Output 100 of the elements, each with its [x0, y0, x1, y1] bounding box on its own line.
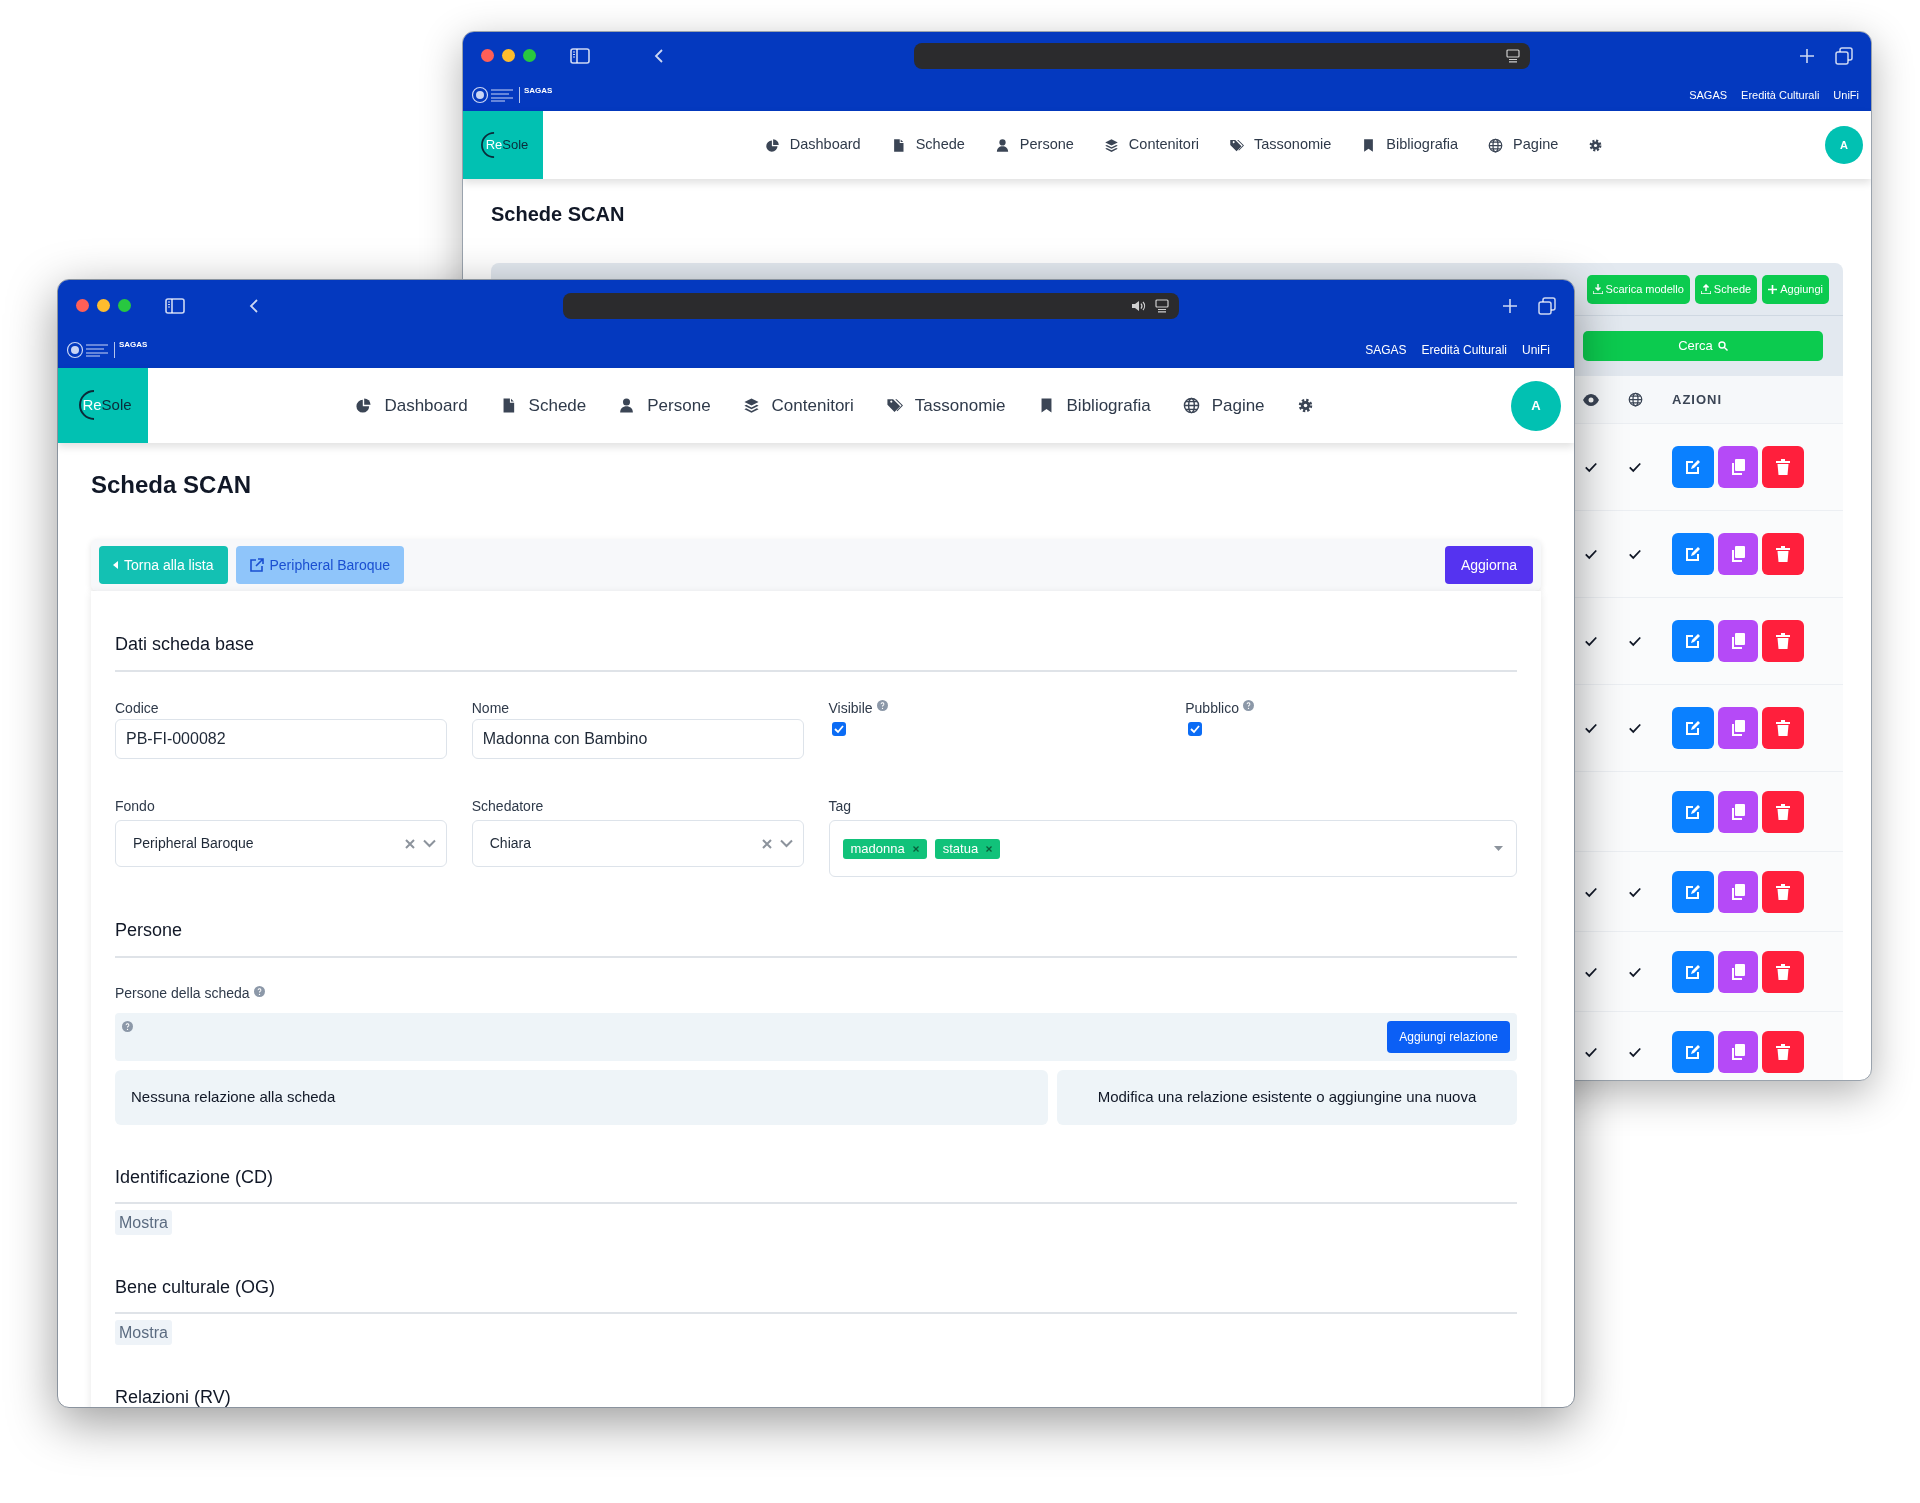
plus-icon[interactable] [1502, 297, 1518, 314]
copy-icon [1731, 963, 1745, 980]
copy-icon [1731, 883, 1745, 900]
nav-link[interactable]: Contenitori [1103, 134, 1199, 156]
nav-link[interactable]: Persone [994, 134, 1074, 156]
user-icon [994, 137, 1010, 153]
edit-button[interactable] [1672, 950, 1714, 993]
delete-button[interactable] [1762, 446, 1804, 488]
copy-button[interactable] [1718, 1030, 1758, 1073]
edit-button[interactable] [1672, 1030, 1714, 1073]
show-toggle[interactable]: Mostra [115, 1320, 172, 1345]
tabs-icon[interactable] [1538, 296, 1556, 315]
back-icon[interactable] [654, 47, 664, 64]
input-field[interactable]: PB-FI-000082 [115, 719, 447, 759]
header-link[interactable]: UniFi [1522, 340, 1550, 359]
tabs-icon[interactable] [1835, 46, 1853, 65]
edit-button[interactable] [1672, 620, 1714, 662]
update-button[interactable]: Aggiorna [1444, 546, 1533, 584]
remove-icon[interactable] [986, 845, 993, 852]
nav-link[interactable]: Schede [890, 134, 965, 156]
copy-button[interactable] [1718, 790, 1758, 833]
zoom-button[interactable] [523, 49, 536, 62]
clear-icon[interactable] [404, 838, 415, 849]
edit-button[interactable] [1672, 707, 1714, 749]
show-toggle[interactable]: Mostra [115, 1210, 172, 1235]
input-field[interactable]: Madonna con Bambino [471, 719, 804, 759]
logo-text: ReSole [82, 395, 132, 416]
delete-button[interactable] [1762, 870, 1804, 913]
settings-icon[interactable] [1296, 397, 1314, 414]
section-heading: Persone [115, 877, 1517, 958]
nav-link[interactable]: Pagine [1182, 392, 1265, 419]
plus-icon[interactable] [1799, 47, 1815, 64]
clear-icon[interactable] [761, 838, 772, 849]
external-link-button[interactable]: Peripheral Baroque [235, 546, 405, 584]
logo-panel[interactable]: ReSole [463, 111, 543, 179]
copy-button[interactable] [1718, 620, 1758, 662]
sidebar-icon[interactable] [165, 297, 185, 314]
remove-icon[interactable] [912, 845, 919, 852]
edit-button[interactable] [1672, 446, 1714, 488]
copy-button[interactable] [1718, 707, 1758, 749]
tag-chip: madonna [842, 838, 927, 859]
globe-icon [1182, 397, 1200, 414]
delete-button[interactable] [1762, 950, 1804, 993]
edit-icon [1685, 633, 1701, 649]
select-field[interactable]: Peripheral Baroque [115, 820, 447, 867]
copy-button[interactable] [1718, 533, 1758, 575]
edit-button[interactable] [1672, 790, 1714, 833]
copy-button[interactable] [1718, 446, 1758, 488]
sidebar-icon[interactable] [570, 47, 590, 64]
nav-link[interactable]: Dashboard [764, 134, 861, 156]
reader-icon[interactable] [1154, 298, 1169, 313]
nav-link[interactable]: Schede [499, 392, 587, 419]
nav-link[interactable]: Bibliografia [1361, 134, 1459, 156]
help-icon [122, 1021, 133, 1032]
pie-chart-icon [355, 397, 373, 414]
back-icon[interactable] [249, 297, 259, 314]
edit-button[interactable] [1672, 533, 1714, 575]
university-logo-icon [471, 86, 515, 104]
chevron-down-icon[interactable] [422, 839, 436, 848]
trash-icon [1776, 546, 1790, 562]
edit-icon [1685, 883, 1701, 900]
nav-link[interactable]: Tassonomie [885, 392, 1006, 419]
delete-button[interactable] [1762, 1030, 1804, 1073]
copy-button[interactable] [1718, 870, 1758, 913]
nav-link[interactable]: Tassonomie [1229, 134, 1332, 156]
select-field[interactable]: Chiara [471, 820, 804, 867]
logo-text: SAGAS [119, 341, 148, 349]
nav-link[interactable]: Dashboard [355, 392, 468, 419]
header-link[interactable]: Eredità Culturali [1421, 340, 1507, 359]
header-link[interactable]: SAGAS [1689, 86, 1728, 104]
close-button[interactable] [481, 49, 494, 62]
delete-button[interactable] [1762, 533, 1804, 575]
logo-panel[interactable]: ReSole [58, 368, 148, 443]
header-link[interactable]: SAGAS [1365, 340, 1407, 359]
minimize-button[interactable] [502, 49, 515, 62]
delete-button[interactable] [1762, 707, 1804, 749]
chevron-down-icon[interactable] [779, 839, 793, 848]
trash-icon [1776, 883, 1790, 900]
close-button[interactable] [76, 299, 89, 312]
delete-button[interactable] [1762, 620, 1804, 662]
add-relation-button[interactable]: Aggiungi relazione [1387, 1021, 1510, 1053]
header-link[interactable]: UniFi [1833, 86, 1859, 104]
delete-button[interactable] [1762, 790, 1804, 833]
nav-link[interactable]: Bibliografia [1037, 392, 1151, 419]
column-header: AZIONI [1672, 390, 1724, 409]
copy-button[interactable] [1718, 950, 1758, 993]
reader-icon[interactable] [1505, 48, 1520, 63]
checkbox[interactable] [831, 722, 846, 736]
header-link[interactable]: Eredità Culturali [1741, 86, 1820, 104]
zoom-button[interactable] [118, 299, 131, 312]
field-label: Pubblico [1185, 698, 1239, 718]
field-label: Codice [115, 698, 159, 718]
nav-link[interactable]: Contenitori [742, 392, 854, 419]
edit-button[interactable] [1672, 870, 1714, 913]
nav-link[interactable]: Persone [618, 392, 711, 419]
checkbox[interactable] [1188, 722, 1203, 736]
settings-icon[interactable] [1588, 137, 1604, 153]
copy-icon [1731, 459, 1745, 475]
minimize-button[interactable] [97, 299, 110, 312]
nav-link[interactable]: Pagine [1488, 134, 1559, 156]
